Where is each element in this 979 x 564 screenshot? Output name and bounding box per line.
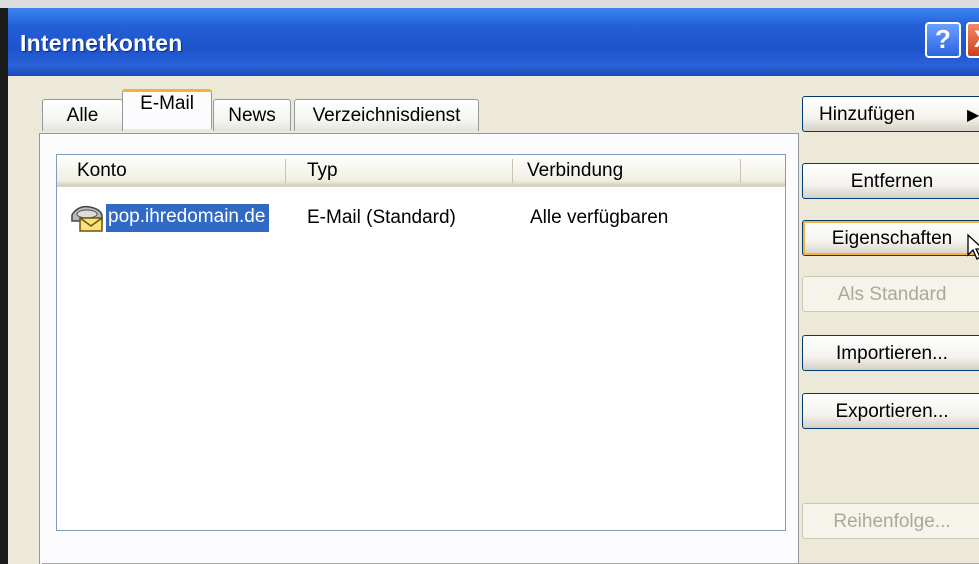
- column-header-typ[interactable]: Typ: [307, 160, 338, 182]
- title-bar[interactable]: Internetkonten ? X: [8, 8, 979, 76]
- close-button[interactable]: X: [966, 22, 979, 58]
- mail-account-icon: [68, 203, 104, 238]
- help-button[interactable]: ?: [925, 22, 961, 58]
- tab-alle[interactable]: Alle: [42, 99, 123, 131]
- account-connection: Alle verfügbaren: [530, 207, 669, 228]
- window-title: Internetkonten: [20, 30, 183, 56]
- import-button[interactable]: Importieren...: [802, 335, 979, 371]
- set-default-button[interactable]: Als Standard: [802, 276, 979, 312]
- column-header-konto[interactable]: Konto: [77, 160, 127, 182]
- properties-button[interactable]: Eigenschaften: [802, 220, 979, 256]
- tab-news[interactable]: News: [213, 99, 291, 131]
- tab-email-label: E-Mail: [140, 93, 194, 114]
- list-header: Konto Typ Verbindung: [57, 155, 785, 187]
- tab-email[interactable]: E-Mail: [122, 89, 212, 129]
- add-button[interactable]: Hinzufügen ▶: [802, 96, 979, 132]
- account-name[interactable]: pop.ihredomain.de: [106, 204, 270, 232]
- accounts-list[interactable]: Konto Typ Verbindung pop.ihredomain.de E…: [56, 154, 786, 531]
- account-type: E-Mail (Standard): [307, 207, 456, 228]
- tab-verzeichnisdienst[interactable]: Verzeichnisdienst: [294, 99, 479, 131]
- column-separator[interactable]: [512, 159, 513, 183]
- remove-button[interactable]: Entfernen: [802, 163, 979, 199]
- column-separator[interactable]: [285, 159, 286, 183]
- menu-arrow-icon: ▶: [967, 107, 979, 124]
- export-button[interactable]: Exportieren...: [802, 393, 979, 429]
- order-button[interactable]: Reihenfolge...: [802, 503, 979, 539]
- mouse-cursor-icon: [966, 233, 979, 266]
- column-header-verbindung[interactable]: Verbindung: [527, 160, 623, 182]
- column-separator[interactable]: [740, 159, 741, 183]
- add-button-label: Hinzufügen: [819, 104, 916, 125]
- internet-accounts-dialog: Internetkonten ? X Alle E-Mail News Verz…: [0, 8, 979, 564]
- tab-verzeichnisdienst-label: Verzeichnisdienst: [312, 105, 461, 126]
- tab-news-label: News: [228, 105, 276, 126]
- tab-alle-label: Alle: [66, 105, 99, 126]
